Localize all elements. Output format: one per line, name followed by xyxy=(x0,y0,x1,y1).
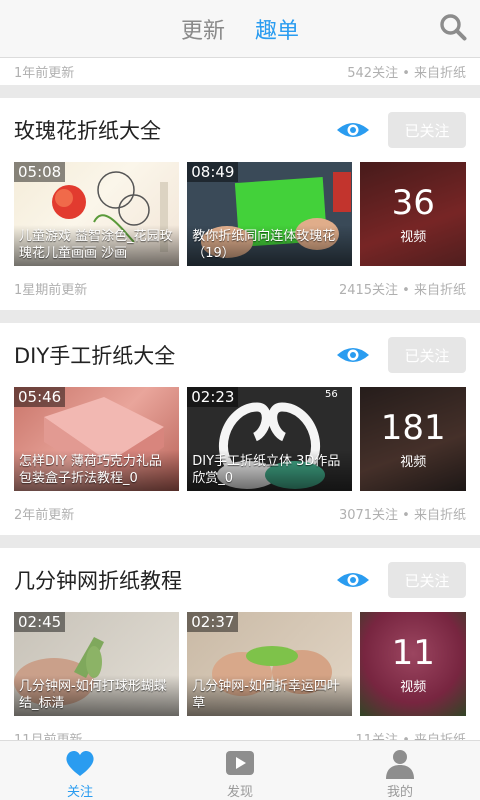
playlist-card[interactable]: 玫瑰花折纸大全 已关注 05:08 儿童游戏 益智涂色_花园玫瑰花儿童画画 沙画… xyxy=(0,98,480,310)
video-thumbnails: 05:46 怎样DIY 薄荷巧克力礼品包装盒子折法教程_0 56 02:23 D… xyxy=(0,387,480,491)
card-header: DIY手工折纸大全 已关注 xyxy=(0,323,480,387)
video-duration: 02:37 xyxy=(187,612,239,632)
svg-text:56: 56 xyxy=(325,389,338,400)
video-count: 181 xyxy=(380,407,446,448)
update-time: 2年前更新 xyxy=(14,507,75,523)
follow-meta: 542关注 • 来自折纸 xyxy=(347,66,466,81)
card-footer: 2年前更新 3071关注 • 来自折纸 xyxy=(0,491,480,535)
update-time: 1星期前更新 xyxy=(14,282,88,298)
more-videos-tile[interactable]: 36 视频 xyxy=(360,162,466,266)
follow-meta: 2415关注 • 来自折纸 xyxy=(338,282,466,298)
more-videos-tile[interactable]: 11 视频 xyxy=(360,612,466,716)
nav-discover[interactable]: 发现 xyxy=(160,741,320,800)
more-videos-overlay: 11 视频 xyxy=(360,612,466,716)
card-header: 几分钟网折纸教程 已关注 xyxy=(0,548,480,612)
video-count: 11 xyxy=(391,632,435,673)
tab-playlists[interactable]: 趣单 xyxy=(255,13,299,45)
tab-updates[interactable]: 更新 xyxy=(181,13,225,45)
card-footer: 11月前更新 11关注 • 来自折纸 xyxy=(0,716,480,741)
video-count-label: 视频 xyxy=(400,454,427,470)
video-duration: 05:08 xyxy=(14,162,66,182)
card-footer: 1星期前更新 2415关注 • 来自折纸 xyxy=(0,266,480,310)
followed-button[interactable]: 已关注 xyxy=(388,337,466,373)
video-thumbnail[interactable]: 05:46 怎样DIY 薄荷巧克力礼品包装盒子折法教程_0 xyxy=(14,387,180,491)
video-count: 36 xyxy=(391,182,435,223)
video-thumbnail[interactable]: 08:49 教你折纸同向连体玫瑰花（19） xyxy=(187,162,353,266)
video-caption: 教你折纸同向连体玫瑰花（19） xyxy=(187,225,353,266)
follow-meta: 3071关注 • 来自折纸 xyxy=(338,507,466,523)
video-caption: 几分钟网-如何折幸运四叶草 xyxy=(187,675,353,716)
nav-me[interactable]: 我的 xyxy=(320,741,480,800)
followed-button[interactable]: 已关注 xyxy=(388,112,466,148)
card-title[interactable]: DIY手工折纸大全 xyxy=(14,340,336,370)
heart-icon xyxy=(66,750,94,776)
play-icon xyxy=(226,751,254,775)
feed[interactable]: 1年前更新 542关注 • 来自折纸 玫瑰花折纸大全 已关注 05:08 儿童游… xyxy=(0,58,480,740)
nav-follow-label: 关注 xyxy=(66,785,93,800)
video-duration: 02:45 xyxy=(14,612,66,632)
video-caption: DIY手工折纸立体 3D作品欣赏_0 xyxy=(187,450,353,491)
playlist-card[interactable]: 几分钟网折纸教程 已关注 02:45 几分钟网-如何打球形蝴蝶结_标清 02:3… xyxy=(0,548,480,740)
video-thumbnails: 05:08 儿童游戏 益智涂色_花园玫瑰花儿童画画 沙画 08:49 教你折纸同… xyxy=(0,162,480,266)
video-duration: 08:49 xyxy=(187,162,239,182)
card-title[interactable]: 玫瑰花折纸大全 xyxy=(14,115,336,145)
nav-discover-label: 发现 xyxy=(226,785,253,800)
video-count-label: 视频 xyxy=(400,679,427,695)
user-icon xyxy=(386,750,414,779)
video-caption: 几分钟网-如何打球形蝴蝶结_标清 xyxy=(14,675,180,716)
card-header: 玫瑰花折纸大全 已关注 xyxy=(0,98,480,162)
video-thumbnails: 02:45 几分钟网-如何打球形蝴蝶结_标清 02:37 几分钟网-如何折幸运四… xyxy=(0,612,480,716)
eye-icon xyxy=(337,123,369,137)
bottom-nav: 关注 发现 我的 xyxy=(0,740,480,800)
nav-follow[interactable]: 关注 xyxy=(0,741,160,800)
video-caption: 儿童游戏 益智涂色_花园玫瑰花儿童画画 沙画 xyxy=(14,225,180,266)
playlist-card[interactable]: DIY手工折纸大全 已关注 05:46 怎样DIY 薄荷巧克力礼品包装盒子折法教… xyxy=(0,323,480,535)
card-title[interactable]: 几分钟网折纸教程 xyxy=(14,565,336,595)
eye-icon xyxy=(337,348,369,362)
update-time: 11月前更新 xyxy=(14,732,83,741)
nav-me-label: 我的 xyxy=(386,785,413,800)
video-duration: 05:46 xyxy=(14,387,66,407)
video-thumbnail[interactable]: 02:37 几分钟网-如何折幸运四叶草 xyxy=(187,612,353,716)
update-time: 1年前更新 xyxy=(14,66,75,81)
card-footer: 1年前更新 542关注 • 来自折纸 xyxy=(0,58,480,85)
followed-button[interactable]: 已关注 xyxy=(388,562,466,598)
top-bar: 更新 趣单 xyxy=(0,0,480,58)
follow-meta: 11关注 • 来自折纸 xyxy=(355,732,466,741)
video-thumbnail[interactable]: 56 02:23 DIY手工折纸立体 3D作品欣赏_0 xyxy=(187,387,353,491)
video-thumbnail[interactable]: 05:08 儿童游戏 益智涂色_花园玫瑰花儿童画画 沙画 xyxy=(14,162,180,266)
more-videos-overlay: 36 视频 xyxy=(360,162,466,266)
video-count-label: 视频 xyxy=(400,229,427,245)
video-caption: 怎样DIY 薄荷巧克力礼品包装盒子折法教程_0 xyxy=(14,450,180,491)
search-icon[interactable] xyxy=(438,12,468,42)
more-videos-overlay: 181 视频 xyxy=(360,387,466,491)
more-videos-tile[interactable]: 181 视频 xyxy=(360,387,466,491)
eye-icon xyxy=(337,573,369,587)
video-duration: 02:23 xyxy=(187,387,239,407)
video-thumbnail[interactable]: 02:45 几分钟网-如何打球形蝴蝶结_标清 xyxy=(14,612,180,716)
